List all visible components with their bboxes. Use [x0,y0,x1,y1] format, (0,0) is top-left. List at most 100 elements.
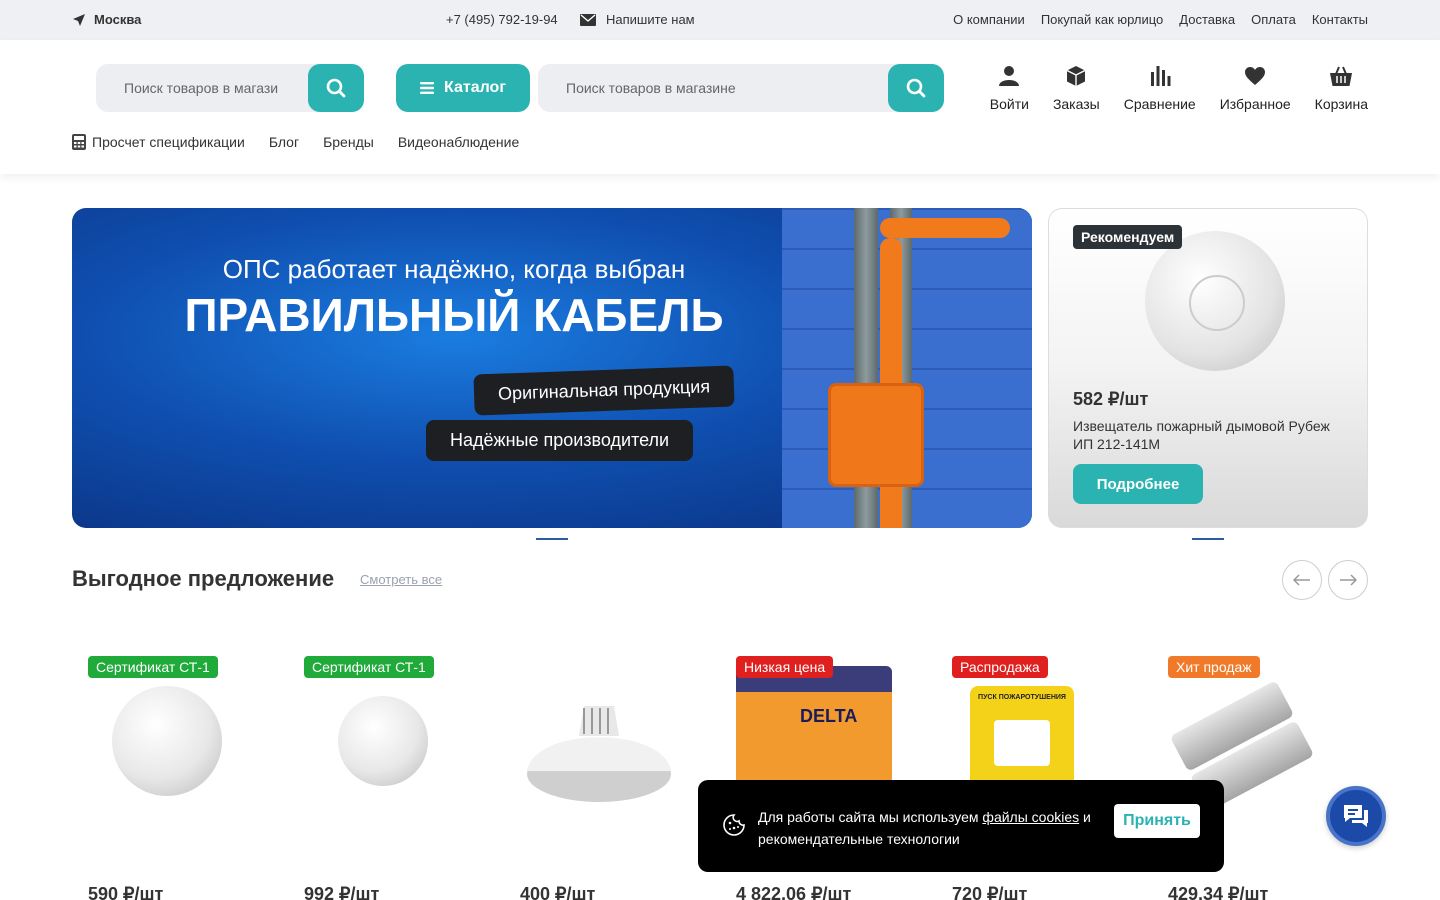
accept-cookies-button[interactable]: Принять [1114,804,1200,838]
promo-banner[interactable]: ОПС работает надёжно, когда выбран ПРАВИ… [72,208,1032,528]
battery-image: DELTA [736,666,892,796]
arrow-left-icon [1293,574,1310,586]
product-card[interactable]: Сертификат СТ-1 590 ₽/шт [72,656,272,900]
product-card[interactable]: Сертификат СТ-1 992 ₽/шт [288,656,488,900]
cookie-text-before: Для работы сайта мы используем [758,809,983,825]
mcp-window [994,720,1050,766]
smoke-detector-image [112,686,222,796]
write-us-label: Напишите нам [606,12,695,27]
orders-button[interactable]: Заказы [1053,64,1100,112]
cookie-policy-link[interactable]: файлы cookies [982,809,1079,825]
next-arrow-button[interactable] [1328,560,1368,600]
secondary-nav: Просчет спецификации Блог Бренды Видеона… [72,134,519,150]
search-input-small[interactable]: Поиск товаров в магази [96,64,364,112]
login-button[interactable]: Войти [990,64,1029,112]
manual-call-point-image: ПУСК ПОЖАРОТУШЕНИЯ [970,686,1074,790]
nav-item-blog[interactable]: Блог [269,134,299,150]
product-price: 429,34 ₽/шт [1168,884,1269,900]
link-contacts[interactable]: Контакты [1312,12,1368,27]
recommend-card[interactable]: Рекомендуем 582 ₽/шт Извещатель пожарный… [1048,208,1368,528]
smoke-detector-image [1145,231,1285,371]
catalog-button[interactable]: Каталог [396,64,530,112]
basket-icon [1330,66,1353,86]
nav-item-cctv[interactable]: Видеонаблюдение [398,134,519,150]
heat-detector-image [524,696,674,806]
banner-pagination[interactable] [536,538,568,540]
product-card[interactable]: 400 ₽/шт [504,656,704,900]
product-price: 4 822,06 ₽/шт [736,884,852,900]
search-button[interactable] [888,64,944,112]
recommend-pagination[interactable] [1192,538,1224,540]
cookie-icon [723,814,745,836]
top-links: О компании Покупай как юрлицо Доставка О… [953,12,1368,27]
search-placeholder: Поиск товаров в магазине [566,80,736,96]
banner-cable-image [72,508,325,528]
search-small-placeholder: Поиск товаров в магази [124,80,279,96]
city-selector[interactable]: Москва [72,12,141,27]
product-price: 590 ₽/шт [88,884,164,900]
cookie-banner: Для работы сайта мы используем файлы coo… [698,780,1224,872]
cart-button[interactable]: Корзина [1315,64,1368,112]
box-icon [1067,66,1086,86]
nav-item-label: Просчет спецификации [92,134,245,150]
chat-bubbles-icon [1344,805,1368,827]
search-icon [906,78,926,98]
banner-subtitle: ОПС работает надёжно, когда выбран [222,254,686,284]
details-button[interactable]: Подробнее [1073,464,1203,504]
nav-item-specification[interactable]: Просчет спецификации [72,134,245,150]
calculator-icon [72,134,86,150]
link-about[interactable]: О компании [953,12,1025,27]
cookie-text: Для работы сайта мы используем файлы coo… [758,806,1098,850]
location-arrow-icon [73,13,85,26]
user-icon [999,66,1020,86]
battery-logo: DELTA [800,706,858,726]
product-price: 992 ₽/шт [304,884,380,900]
heart-icon [1245,67,1266,85]
link-delivery[interactable]: Доставка [1179,12,1235,27]
search-icon [326,78,346,98]
product-price: 400 ₽/шт [520,884,596,900]
mail-icon [580,13,596,26]
header-actions: Войти Заказы Сравнение Избранное Корзина [990,64,1368,112]
login-label: Войти [989,96,1029,112]
compare-bars-icon [1150,66,1171,86]
compare-label: Сравнение [1123,96,1196,112]
banner-tag-original: Оригинальная продукция [473,365,735,416]
orders-label: Заказы [1052,96,1100,112]
recommend-product-name[interactable]: Извещатель пожарный дымовой Рубеж ИП 212… [1073,417,1333,453]
product-tag: Сертификат СТ-1 [88,656,218,678]
banner-tag-reliable: Надёжные производители [426,420,694,461]
product-tag: Хит продаж [1168,656,1260,678]
phone-link[interactable]: +7 (495) 792-19-94 [446,12,558,27]
link-payment[interactable]: Оплата [1251,12,1296,27]
search-small-button[interactable] [308,64,364,112]
product-tag: Низкая цена [736,656,834,678]
favorites-button[interactable]: Избранное [1220,64,1291,112]
product-tag: Сертификат СТ-1 [304,656,434,678]
product-tag: Распродажа [952,656,1048,678]
recommend-price: 582 ₽/шт [1073,389,1149,409]
menu-icon [420,82,434,94]
product-price: 720 ₽/шт [952,884,1028,900]
chat-button[interactable] [1326,786,1386,846]
arrow-right-icon [1340,574,1357,586]
favorites-label: Избранное [1219,96,1291,112]
mcp-label: ПУСК ПОЖАРОТУШЕНИЯ [978,694,1066,701]
banner-title: ПРАВИЛЬНЫЙ КАБЕЛЬ [184,289,724,341]
city-label: Москва [94,12,142,27]
search-input[interactable]: Поиск товаров в магазине [538,64,944,112]
cart-label: Корзина [1314,96,1368,112]
catalog-label: Каталог [444,79,506,96]
see-all-link[interactable]: Смотреть все [360,572,442,587]
banner-junction-box-image [828,383,924,487]
nav-item-brands[interactable]: Бренды [323,134,374,150]
banner-conduit-image [880,218,1010,238]
recommend-badge: Рекомендуем [1073,225,1183,249]
prev-arrow-button[interactable] [1282,560,1322,600]
smoke-detector-image [338,696,428,786]
site-header: Поиск товаров в магази Каталог Поиск тов… [0,40,1440,174]
link-legal-entity[interactable]: Покупай как юрлицо [1041,12,1163,27]
compare-button[interactable]: Сравнение [1124,64,1196,112]
write-us-link[interactable]: Напишите нам [580,12,695,27]
top-bar: Москва +7 (495) 792-19-94 Напишите нам О… [0,0,1440,40]
